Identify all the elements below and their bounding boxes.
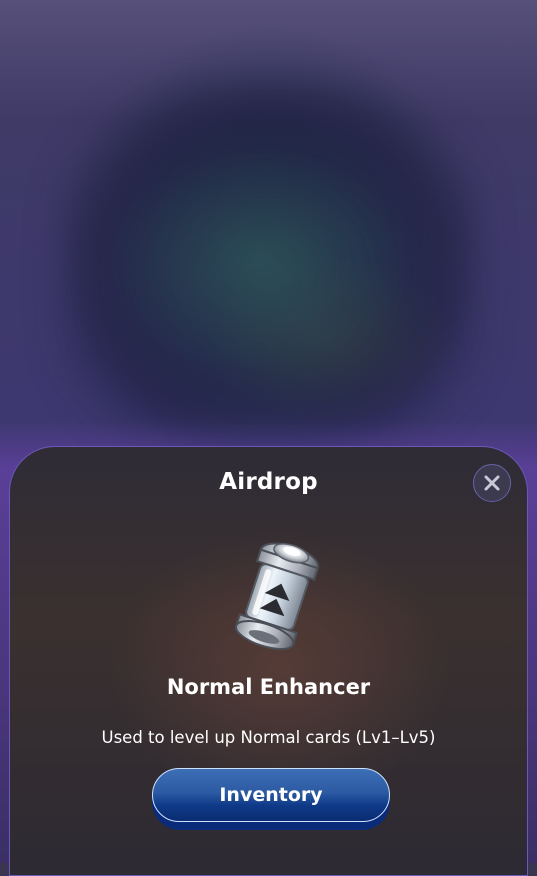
close-button[interactable] — [473, 464, 511, 502]
sheet-title: Airdrop — [219, 469, 318, 495]
close-icon — [484, 475, 500, 491]
enhancer-capsule-icon — [234, 542, 320, 651]
inventory-button[interactable]: Inventory — [152, 768, 390, 830]
item-name: Normal Enhancer — [166, 675, 371, 699]
blurred-background-glow — [60, 80, 480, 430]
item-description: Used to level up Normal cards (Lv1–Lv5) — [101, 728, 436, 747]
airdrop-bottom-sheet: Airdrop Normal Enhancer Used to level up… — [9, 446, 528, 876]
inventory-button-label: Inventory — [152, 768, 390, 822]
